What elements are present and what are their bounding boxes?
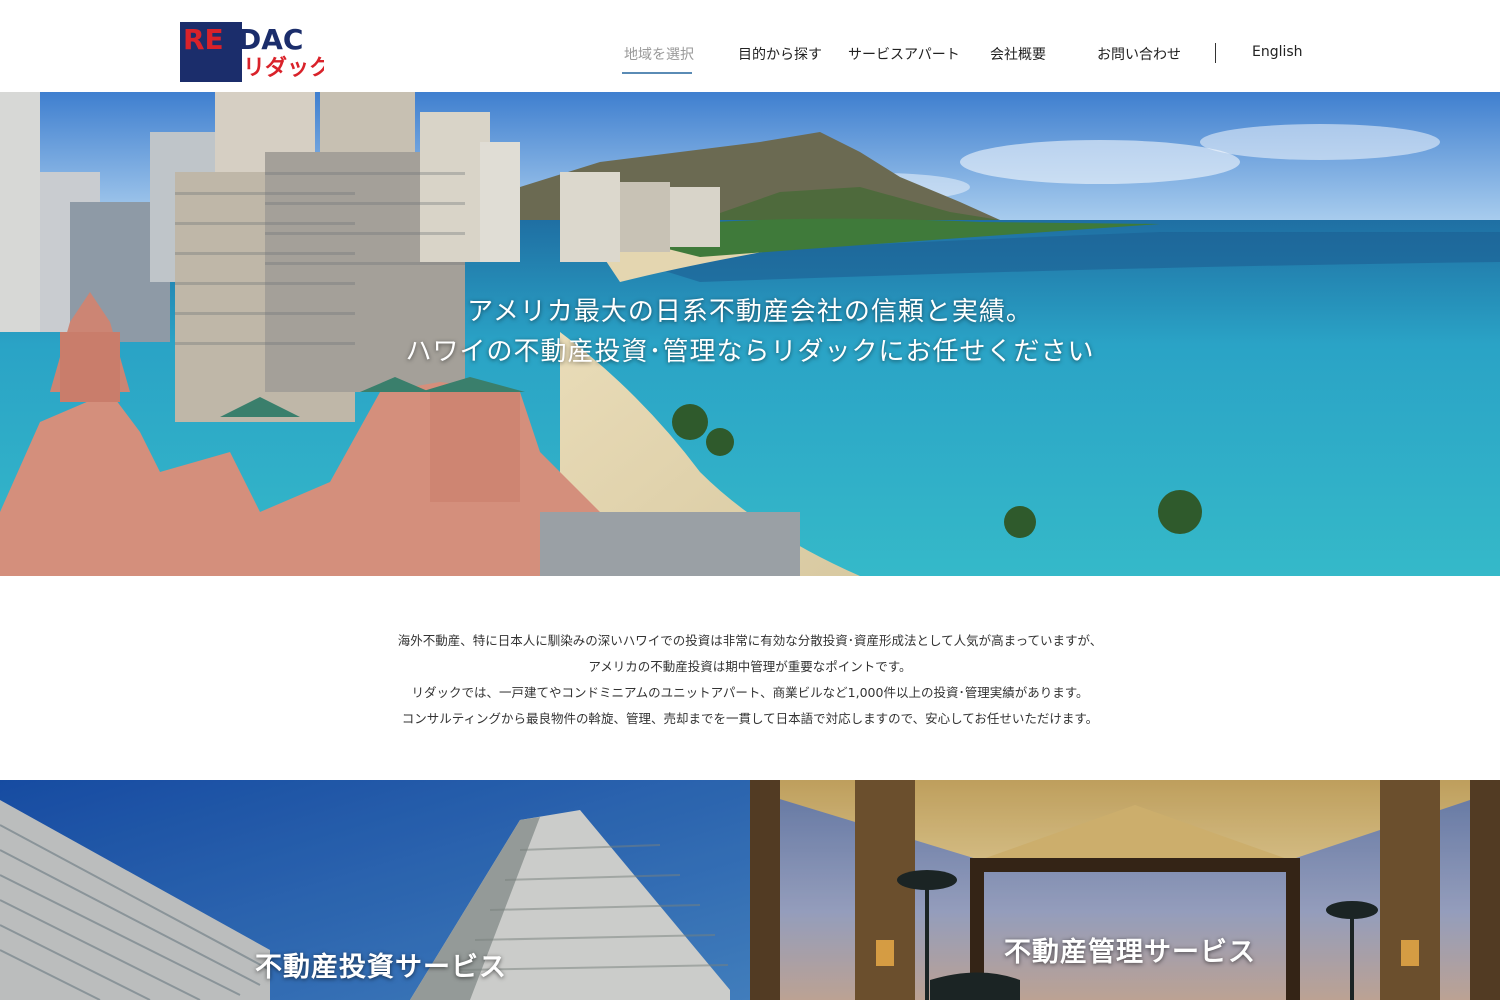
- site-header: RE DAC リダック 地域を選択 目的から探す サービスアパート 会社概要 お…: [0, 0, 1500, 92]
- hero-headline: アメリカ最大の日系不動産会社の信頼と実績。 ハワイの不動産投資･管理ならリダック…: [0, 292, 1500, 372]
- investment-service-title: 不動産投資サービス: [255, 952, 507, 983]
- hero-line-2: ハワイの不動産投資･管理ならリダックにお任せください: [405, 337, 1095, 367]
- nav-active-indicator: [622, 72, 692, 74]
- hero-banner: アメリカ最大の日系不動産会社の信頼と実績。 ハワイの不動産投資･管理ならリダック…: [0, 92, 1500, 576]
- intro-line-4: コンサルティングから最良物件の斡旋、管理、売却までを一貫して日本語で対応しますの…: [401, 711, 1099, 726]
- investment-service-panel[interactable]: 不動産投資サービス: [0, 780, 750, 1000]
- nav-search-by-purpose[interactable]: 目的から探す: [738, 44, 822, 64]
- services-section: 不動産投資サービス 不動産管理サービス: [0, 780, 1500, 1000]
- management-service-panel[interactable]: 不動産管理サービス: [750, 780, 1500, 1000]
- intro-line-2: アメリカの不動産投資は期中管理が重要なポイントです。: [588, 659, 912, 674]
- hero-line-1: アメリカ最大の日系不動産会社の信頼と実績。: [467, 297, 1033, 327]
- intro-text: 海外不動産、特に日本人に馴染みの深いハワイでの投資は非常に有効な分散投資･資産形…: [0, 628, 1500, 732]
- intro-line-1: 海外不動産、特に日本人に馴染みの深いハワイでの投資は非常に有効な分散投資･資産形…: [397, 633, 1103, 648]
- nav-company-overview[interactable]: 会社概要: [990, 44, 1046, 64]
- nav-english[interactable]: English: [1252, 44, 1303, 60]
- nav-divider: [1215, 43, 1216, 63]
- nav-service-apartment[interactable]: サービスアパート: [848, 44, 960, 64]
- main-nav: 地域を選択 目的から探す サービスアパート 会社概要 お問い合わせ Englis…: [0, 0, 1500, 92]
- intro-line-3: リダックでは、一戸建てやコンドミニアムのユニットアパート、商業ビルなど1,000…: [411, 685, 1089, 700]
- management-service-title: 不動産管理サービス: [1004, 937, 1256, 968]
- nav-contact[interactable]: お問い合わせ: [1097, 44, 1181, 64]
- nav-select-region[interactable]: 地域を選択: [624, 44, 694, 64]
